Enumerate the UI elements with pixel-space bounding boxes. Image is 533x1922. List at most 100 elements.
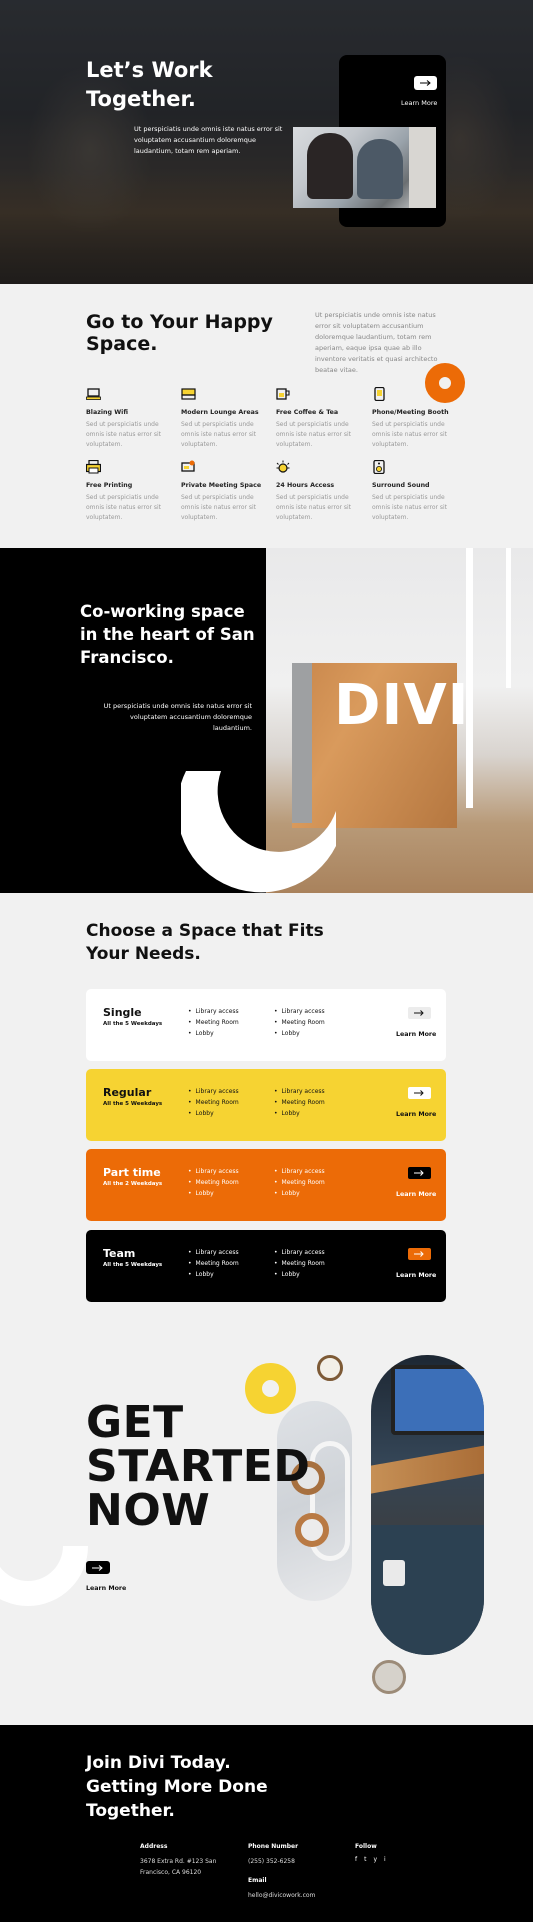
arrow-right-icon — [414, 1010, 424, 1016]
plan-learn-more-link[interactable]: Learn More — [396, 1031, 436, 1038]
hero-arrow-button[interactable] — [414, 76, 437, 90]
photo-table-leg — [506, 548, 511, 688]
plan-name: Single — [103, 1006, 142, 1019]
footer-follow: Follow f t y i — [355, 1843, 415, 1863]
feature-title: Surround Sound — [372, 482, 430, 489]
hero-title: Let’s Work Together. — [86, 58, 213, 111]
photo-wall — [409, 127, 436, 208]
feature-description: Sed ut perspiciatis unde omnis iste natu… — [181, 494, 257, 521]
hero-text: Ut perspiciatis unde omnis iste natus er… — [134, 125, 283, 155]
photo-person — [307, 133, 353, 199]
plan-feature: Lobby — [274, 1188, 325, 1199]
plan-arrow-button[interactable] — [408, 1007, 431, 1019]
page: Let’s Work Together. Ut perspiciatis und… — [0, 0, 533, 1922]
feature-title: Free Printing — [86, 482, 133, 489]
footer-email-label: Email — [248, 1877, 267, 1884]
title-line: NOW — [86, 1485, 211, 1536]
plan-arrow-button[interactable] — [408, 1248, 431, 1260]
clock-icon — [317, 1355, 343, 1381]
plan-name: Team — [103, 1247, 136, 1260]
feature-item: Modern Lounge Areas Sed ut perspiciatis u… — [181, 386, 271, 450]
footer-address-label: Address — [140, 1843, 168, 1850]
feature-description: Sed ut perspiciatis unde omnis iste natu… — [372, 494, 448, 521]
twitter-icon[interactable]: t — [364, 1856, 366, 1863]
plan-feature: Meeting Room — [188, 1097, 239, 1108]
printer-icon — [85, 459, 102, 474]
plan-learn-more-link[interactable]: Learn More — [396, 1272, 436, 1279]
plan-arrow-button[interactable] — [408, 1167, 431, 1179]
plan-feature-list: Library accessMeeting RoomLobby — [274, 1086, 325, 1119]
laptop-icon — [86, 386, 101, 400]
facebook-icon[interactable]: f — [355, 1856, 357, 1863]
feature-description: Sed ut perspiciatis unde omnis iste natu… — [181, 421, 257, 448]
headphones-icon — [372, 1660, 406, 1694]
instagram-icon[interactable]: i — [384, 1856, 386, 1863]
plan-feature: Library access — [188, 1247, 239, 1258]
feature-description: Sed ut perspiciatis unde omnis iste natu… — [372, 421, 448, 448]
feature-title: Private Meeting Space — [181, 482, 262, 489]
plan-card[interactable]: Part time All the 2 Weekdays Library acces… — [86, 1149, 446, 1221]
social-links: f t y i — [355, 1856, 415, 1863]
feature-item: Private Meeting Space Sed ut perspiciatis… — [181, 459, 271, 523]
happy-space-text: Ut perspiciatis unde omnis iste natus er… — [315, 311, 438, 374]
plan-feature-list: Library accessMeeting RoomLobby — [188, 1166, 239, 1199]
feature-item: Blazing Wifi Sed ut perspiciatis unde omn… — [86, 386, 176, 450]
hero-team-photo — [293, 127, 436, 208]
feature-item: Free Coffee & Tea Sed ut perspiciatis und… — [276, 386, 366, 450]
plan-name: Part time — [103, 1166, 161, 1179]
speaker-icon — [372, 459, 387, 475]
spaces-title: Choose a Space that Fits Your Needs. — [86, 921, 324, 964]
plan-feature: Meeting Room — [274, 1097, 325, 1108]
divi-brand-text: DIVI — [334, 673, 470, 738]
get-started-arrow-button[interactable] — [86, 1561, 110, 1574]
plan-feature: Lobby — [188, 1028, 239, 1039]
footer: Join Divi Today. Getting More Done Toget… — [0, 1725, 533, 1922]
photo-stand — [371, 1444, 484, 1494]
footer-title: Join Divi Today. Getting More Done Toget… — [86, 1753, 268, 1821]
sun-clock-icon — [276, 459, 291, 473]
plan-learn-more-link[interactable]: Learn More — [396, 1111, 436, 1118]
title-line: STARTED — [86, 1441, 311, 1492]
plan-feature: Library access — [188, 1006, 239, 1017]
hero-learn-more-link[interactable]: Learn More — [401, 99, 437, 107]
plan-subtitle: All the 5 Weekdays — [103, 1101, 163, 1107]
plan-card[interactable]: TeamAll the 5 WeekdaysLibrary accessMeet… — [86, 1230, 446, 1302]
feature-item: Surround Sound Sed ut perspiciatis unde o… — [372, 459, 462, 523]
photo-outlet — [383, 1560, 405, 1586]
feature-title: Phone/Meeting Booth — [372, 409, 449, 416]
plan-feature-list: Library accessMeeting RoomLobby — [274, 1006, 325, 1039]
feature-description: Sed ut perspiciatis unde omnis iste natu… — [86, 421, 162, 448]
photo-person — [357, 139, 403, 199]
youtube-icon[interactable]: y — [373, 1856, 377, 1863]
footer-address-value: 3678 Extra Rd. #123 San Francisco, CA 96… — [140, 1858, 217, 1876]
desk-photo — [371, 1355, 484, 1655]
plan-card[interactable]: RegularAll the 5 WeekdaysLibrary accessM… — [86, 1069, 446, 1141]
plan-card[interactable]: Single All the 5 Weekdays Library accessMe… — [86, 989, 446, 1061]
plan-feature: Lobby — [188, 1269, 239, 1280]
get-started-learn-more-link[interactable]: Learn More — [86, 1585, 126, 1592]
hero-section: Let’s Work Together. Ut perspiciatis und… — [0, 0, 533, 284]
coffee-icon — [276, 386, 291, 400]
plan-subtitle: All the 5 Weekdays — [103, 1021, 163, 1027]
plan-feature-list: Library accessMeeting RoomLobby — [188, 1086, 239, 1119]
plan-subtitle: All the 5 Weekdays — [103, 1262, 163, 1268]
plan-feature: Meeting Room — [274, 1258, 325, 1269]
coworking-title: Co-working space in the heart of San Fra… — [80, 602, 255, 667]
photo-wall — [371, 1525, 484, 1655]
plan-feature: Lobby — [188, 1188, 239, 1199]
plan-feature: Library access — [274, 1006, 325, 1017]
plan-feature-list: Library accessMeeting RoomLobby — [274, 1166, 325, 1199]
plan-feature-list: Library accessMeeting RoomLobby — [274, 1247, 325, 1280]
plan-arrow-button[interactable] — [408, 1087, 431, 1099]
footer-email-value[interactable]: hello@divicowork.com — [248, 1890, 338, 1901]
plan-feature: Meeting Room — [188, 1258, 239, 1269]
plan-learn-more-link[interactable]: Learn More — [396, 1191, 436, 1198]
footer-address: Address 3678 Extra Rd. #123 San Francisc… — [140, 1843, 240, 1878]
plan-feature-list: Library accessMeeting RoomLobby — [188, 1006, 239, 1039]
plan-feature: Library access — [188, 1086, 239, 1097]
feature-description: Sed ut perspiciatis unde omnis iste natu… — [276, 421, 352, 448]
sofa-icon — [181, 386, 196, 400]
plan-feature: Lobby — [188, 1108, 239, 1119]
feature-item: Free Printing Sed ut perspiciatis unde om… — [85, 459, 176, 523]
footer-phone-value[interactable]: (255) 352-6258 — [248, 1856, 338, 1867]
